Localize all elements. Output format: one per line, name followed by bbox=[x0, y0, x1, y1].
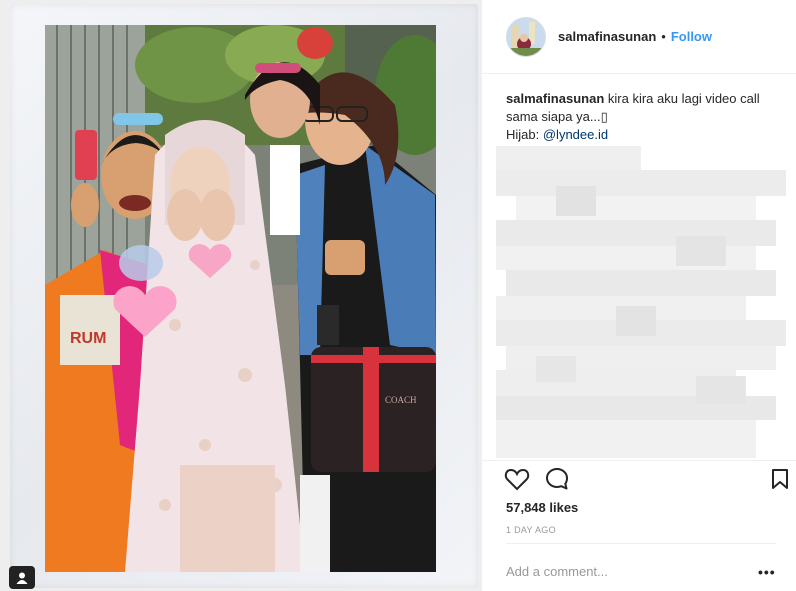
action-bar bbox=[482, 460, 796, 496]
more-options-button[interactable]: ••• bbox=[758, 564, 776, 580]
comment-button[interactable] bbox=[545, 467, 569, 496]
heart-outline-icon bbox=[504, 468, 530, 491]
caption-username[interactable]: salmafinasunan bbox=[506, 91, 604, 106]
post-header: salmafinasunan • Follow bbox=[482, 0, 796, 74]
likes-count[interactable]: 57,848 likes bbox=[506, 500, 578, 515]
svg-text:COACH: COACH bbox=[385, 395, 417, 405]
bookmark-icon bbox=[772, 469, 788, 489]
post-timestamp[interactable]: 1 DAY AGO bbox=[506, 525, 556, 535]
comment-bar: ••• bbox=[506, 543, 776, 591]
save-button[interactable] bbox=[771, 468, 789, 495]
person-tag-icon bbox=[16, 572, 28, 584]
header-username[interactable]: salmafinasunan bbox=[558, 29, 656, 44]
user-tag-button[interactable] bbox=[9, 566, 35, 589]
follow-button[interactable]: Follow bbox=[671, 29, 712, 44]
post-media[interactable]: RUM COACH bbox=[0, 0, 481, 591]
comment-input[interactable] bbox=[506, 560, 736, 582]
caption-emoji: ▯ bbox=[600, 109, 608, 124]
header-separator: • bbox=[661, 29, 666, 44]
post-photo[interactable]: RUM COACH bbox=[45, 25, 436, 572]
blurred-comments bbox=[496, 146, 786, 458]
caption-mention-link[interactable]: @lyndee.id bbox=[543, 127, 608, 142]
speech-bubble-icon bbox=[546, 468, 568, 490]
avatar[interactable] bbox=[506, 16, 546, 57]
post-caption: salmafinasunan kira kira aku lagi video … bbox=[506, 90, 781, 144]
like-button[interactable] bbox=[504, 467, 530, 496]
post-side-panel: salmafinasunan • Follow salmafinasunan k… bbox=[481, 0, 796, 591]
caption-hijab-label: Hijab: bbox=[506, 127, 543, 142]
svg-text:RUM: RUM bbox=[70, 330, 106, 347]
